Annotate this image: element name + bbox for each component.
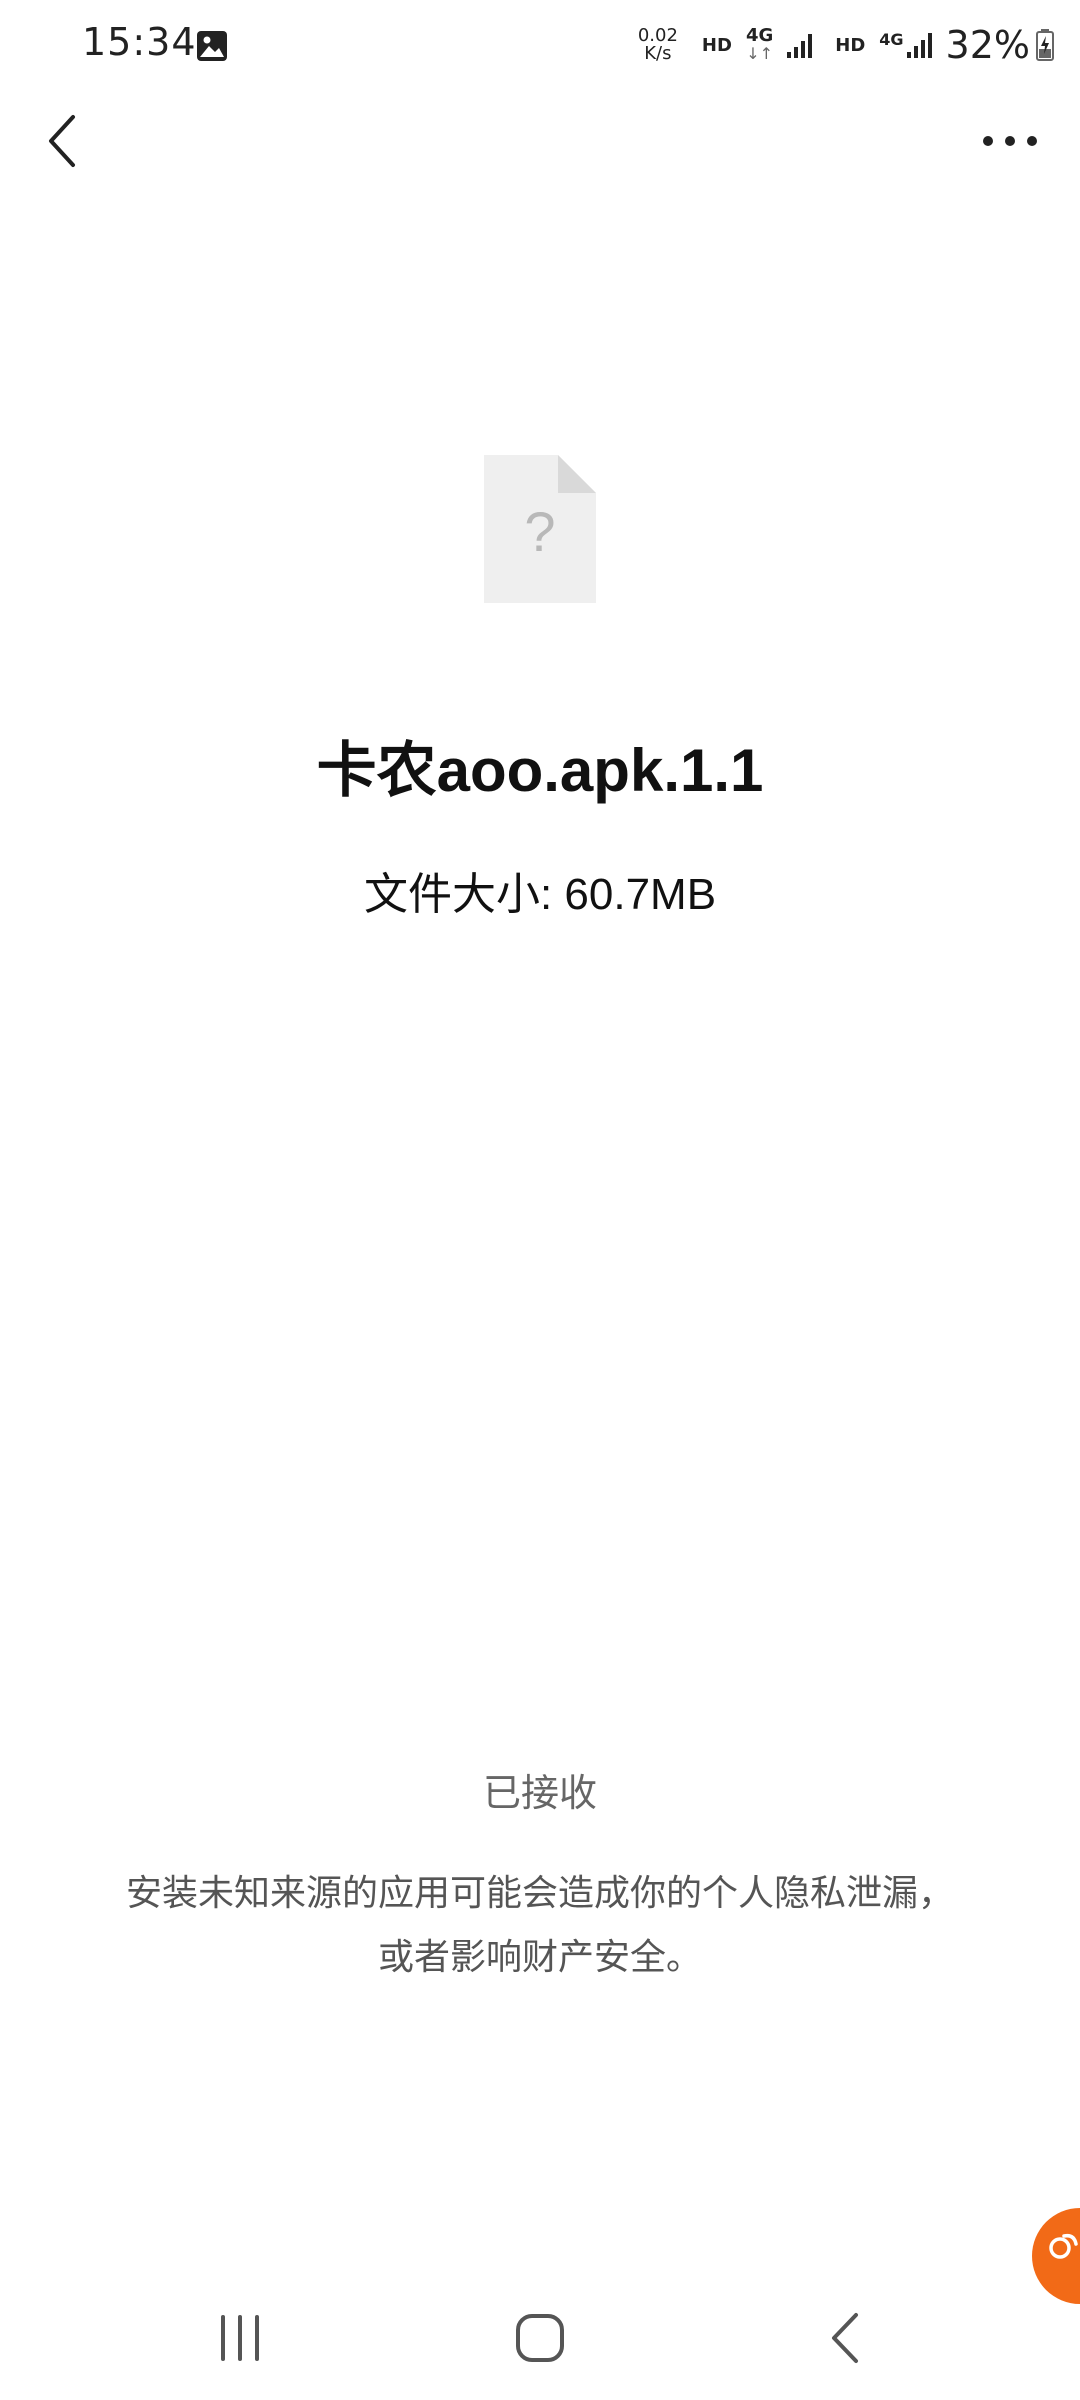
network-activity-arrows: ↓↑ bbox=[746, 44, 773, 63]
link-icon bbox=[1049, 2233, 1078, 2259]
chevron-left-icon bbox=[49, 115, 75, 167]
system-nav-bar bbox=[0, 2280, 1080, 2400]
more-options-button[interactable] bbox=[970, 106, 1050, 176]
home-icon bbox=[516, 2314, 564, 2362]
home-button[interactable] bbox=[500, 2298, 580, 2378]
network-type-label: 4G bbox=[745, 25, 774, 46]
network-type-1: 4G ↓↑ bbox=[746, 27, 773, 63]
battery-percent: 32% bbox=[945, 23, 1030, 67]
battery-charging-icon bbox=[1036, 29, 1054, 61]
back-icon bbox=[832, 2313, 858, 2363]
file-size: 文件大小: 60.7MB bbox=[363, 870, 717, 919]
more-horizontal-icon bbox=[983, 136, 1037, 146]
status-indicators: 0.02 K/s HD 4G ↓↑ HD 4G 32% bbox=[638, 20, 1054, 70]
signal-strength-icon-2 bbox=[906, 33, 932, 58]
hd-badge-1: HD bbox=[701, 34, 732, 56]
sim2-signal: 4G bbox=[879, 30, 933, 60]
recents-button[interactable] bbox=[200, 2298, 280, 2378]
status-bar: 15:34 0.02 K/s HD 4G ↓↑ HD 4G 32% bbox=[0, 0, 1080, 92]
received-status: 已接收 bbox=[482, 1771, 597, 1815]
security-warning-line-2: 或者影响财产安全。 bbox=[377, 1937, 702, 1978]
network-type-2: 4G bbox=[879, 30, 904, 49]
file-icon-glyph: ? bbox=[524, 500, 555, 563]
recents-icon bbox=[221, 2315, 259, 2361]
top-bar bbox=[0, 92, 1080, 192]
network-speed: 0.02 K/s bbox=[638, 27, 678, 63]
unknown-file-icon: ? bbox=[484, 455, 596, 603]
back-button[interactable] bbox=[28, 106, 98, 176]
security-warning: 安装未知来源的应用可能会造成你的个人隐私泄漏， 或者影响财产安全。 bbox=[90, 1862, 990, 1990]
signal-strength-icon bbox=[787, 34, 813, 58]
nav-back-button[interactable] bbox=[805, 2298, 885, 2378]
status-time: 15:34 bbox=[82, 20, 197, 64]
security-warning-line-1: 安装未知来源的应用可能会造成你的个人隐私泄漏， bbox=[125, 1873, 954, 1914]
file-name: 卡农aoo.apk.1.1 bbox=[316, 737, 764, 804]
network-speed-unit: K/s bbox=[644, 43, 672, 64]
hd-badge-2: HD bbox=[835, 34, 866, 56]
image-notification-icon bbox=[197, 31, 227, 61]
